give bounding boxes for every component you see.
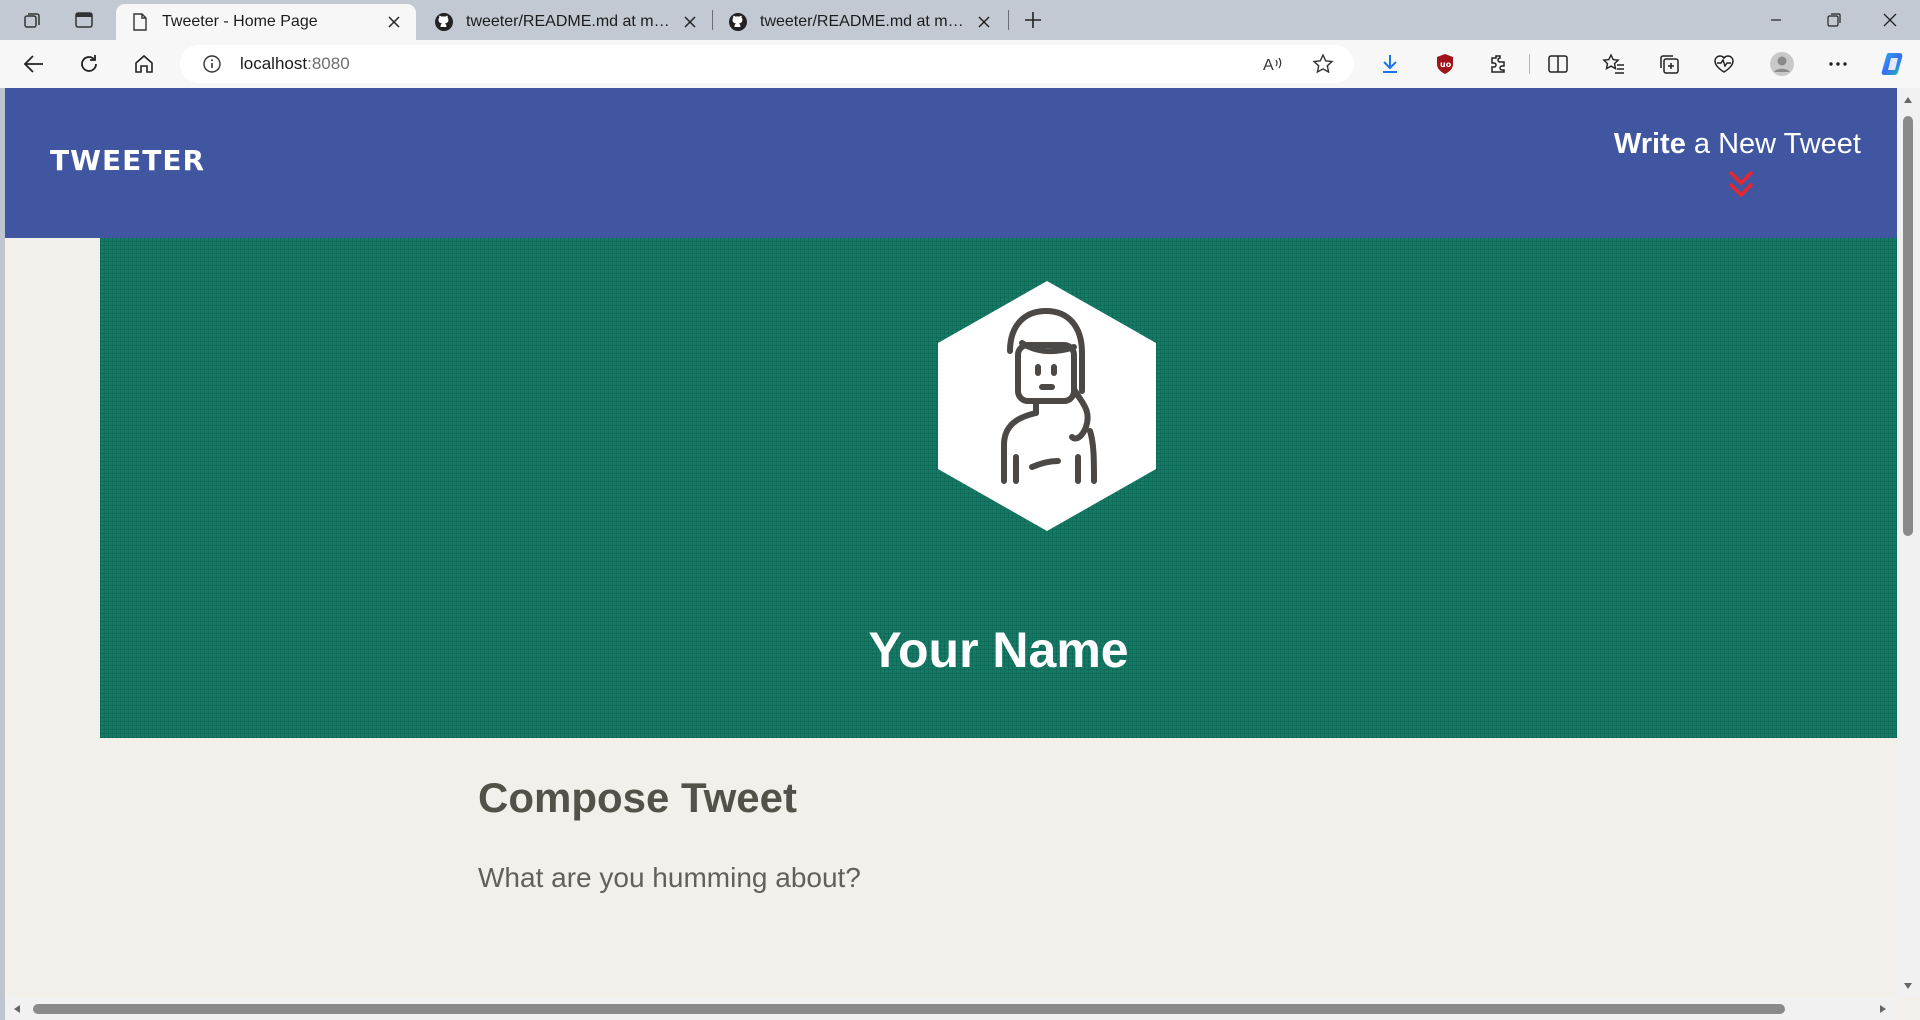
tab-actions-icon[interactable] [66, 6, 102, 34]
svg-text:A: A [1263, 57, 1274, 74]
close-window-button[interactable] [1862, 0, 1918, 40]
split-screen-icon[interactable] [1540, 48, 1576, 80]
downloads-icon[interactable] [1372, 48, 1408, 80]
url-host: localhost [240, 54, 308, 73]
page-viewport: TWEETER Write a New Tweet Your Name Comp… [5, 88, 1920, 1020]
profile-name: Your Name [868, 622, 1129, 678]
write-new-tweet-link[interactable]: Write a New Tweet [1614, 128, 1861, 161]
tab-separator [712, 10, 713, 30]
workspaces-icon[interactable] [14, 6, 50, 34]
close-tab-icon[interactable] [382, 10, 406, 34]
scroll-up-arrow-icon[interactable] [1902, 94, 1914, 106]
extensions-icon[interactable] [1481, 48, 1517, 80]
vertical-scroll-thumb[interactable] [1903, 116, 1913, 536]
tweeter-logo[interactable]: TWEETER [50, 144, 205, 177]
ublock-icon[interactable]: uo [1427, 48, 1463, 80]
avatar [938, 281, 1156, 531]
settings-more-icon[interactable] [1820, 48, 1856, 80]
profile-banner: Your Name [100, 238, 1897, 738]
favorite-star-icon[interactable] [1308, 49, 1338, 79]
site-info-icon[interactable] [200, 52, 224, 76]
tab-title: tweeter/README.md at master · [760, 13, 966, 30]
back-button[interactable] [16, 48, 52, 80]
compose-tweet-title: Compose Tweet [478, 774, 797, 821]
minimize-button[interactable] [1748, 0, 1804, 40]
home-button[interactable] [126, 48, 162, 80]
url-text: localhost:8080 [240, 54, 350, 74]
scroll-right-arrow-icon[interactable] [1877, 1003, 1889, 1015]
profile-avatar-icon[interactable] [1764, 48, 1800, 80]
browser-essentials-icon[interactable] [1706, 48, 1742, 80]
page-icon [130, 12, 150, 32]
favorites-icon[interactable] [1596, 48, 1632, 80]
tab-title: tweeter/README.md at master · [466, 13, 672, 30]
close-tab-icon[interactable] [678, 10, 702, 34]
close-tab-icon[interactable] [972, 10, 996, 34]
write-new-tweet-rest: a New Tweet [1685, 128, 1861, 160]
scroll-left-arrow-icon[interactable] [11, 1003, 23, 1015]
app-header: TWEETER Write a New Tweet [5, 88, 1897, 238]
restore-button[interactable] [1806, 0, 1862, 40]
vertical-scrollbar[interactable] [1897, 88, 1920, 998]
url-port: :8080 [307, 54, 350, 73]
tweet-text-input[interactable] [478, 858, 1378, 898]
new-tab-button[interactable] [1018, 6, 1048, 34]
write-new-tweet-bold: Write [1613, 128, 1686, 160]
tab-readme-2[interactable]: tweeter/README.md at master · [714, 4, 1006, 40]
collections-icon[interactable] [1651, 48, 1687, 80]
toolbar-separator [1529, 54, 1530, 74]
double-chevron-down-icon[interactable] [1727, 168, 1755, 202]
browser-toolbar: localhost:8080 A uo [0, 40, 1920, 88]
tab-separator [1008, 10, 1009, 30]
github-icon [728, 12, 748, 32]
tab-title: Tweeter - Home Page [162, 13, 318, 30]
refresh-button[interactable] [71, 48, 107, 80]
read-aloud-icon[interactable]: A [1258, 49, 1288, 79]
address-bar[interactable]: localhost:8080 A [180, 45, 1354, 83]
scroll-down-arrow-icon[interactable] [1902, 980, 1914, 992]
horizontal-scroll-thumb[interactable] [33, 1004, 1785, 1014]
copilot-icon[interactable] [1876, 48, 1912, 80]
tab-tweeter-home[interactable]: Tweeter - Home Page [116, 4, 416, 40]
browser-tab-strip: Tweeter - Home Page tweeter/README.md at… [0, 0, 1920, 40]
tab-readme-1[interactable]: tweeter/README.md at master · [420, 4, 712, 40]
svg-text:uo: uo [1440, 60, 1452, 69]
github-icon [434, 12, 454, 32]
horizontal-scrollbar[interactable] [5, 998, 1897, 1020]
